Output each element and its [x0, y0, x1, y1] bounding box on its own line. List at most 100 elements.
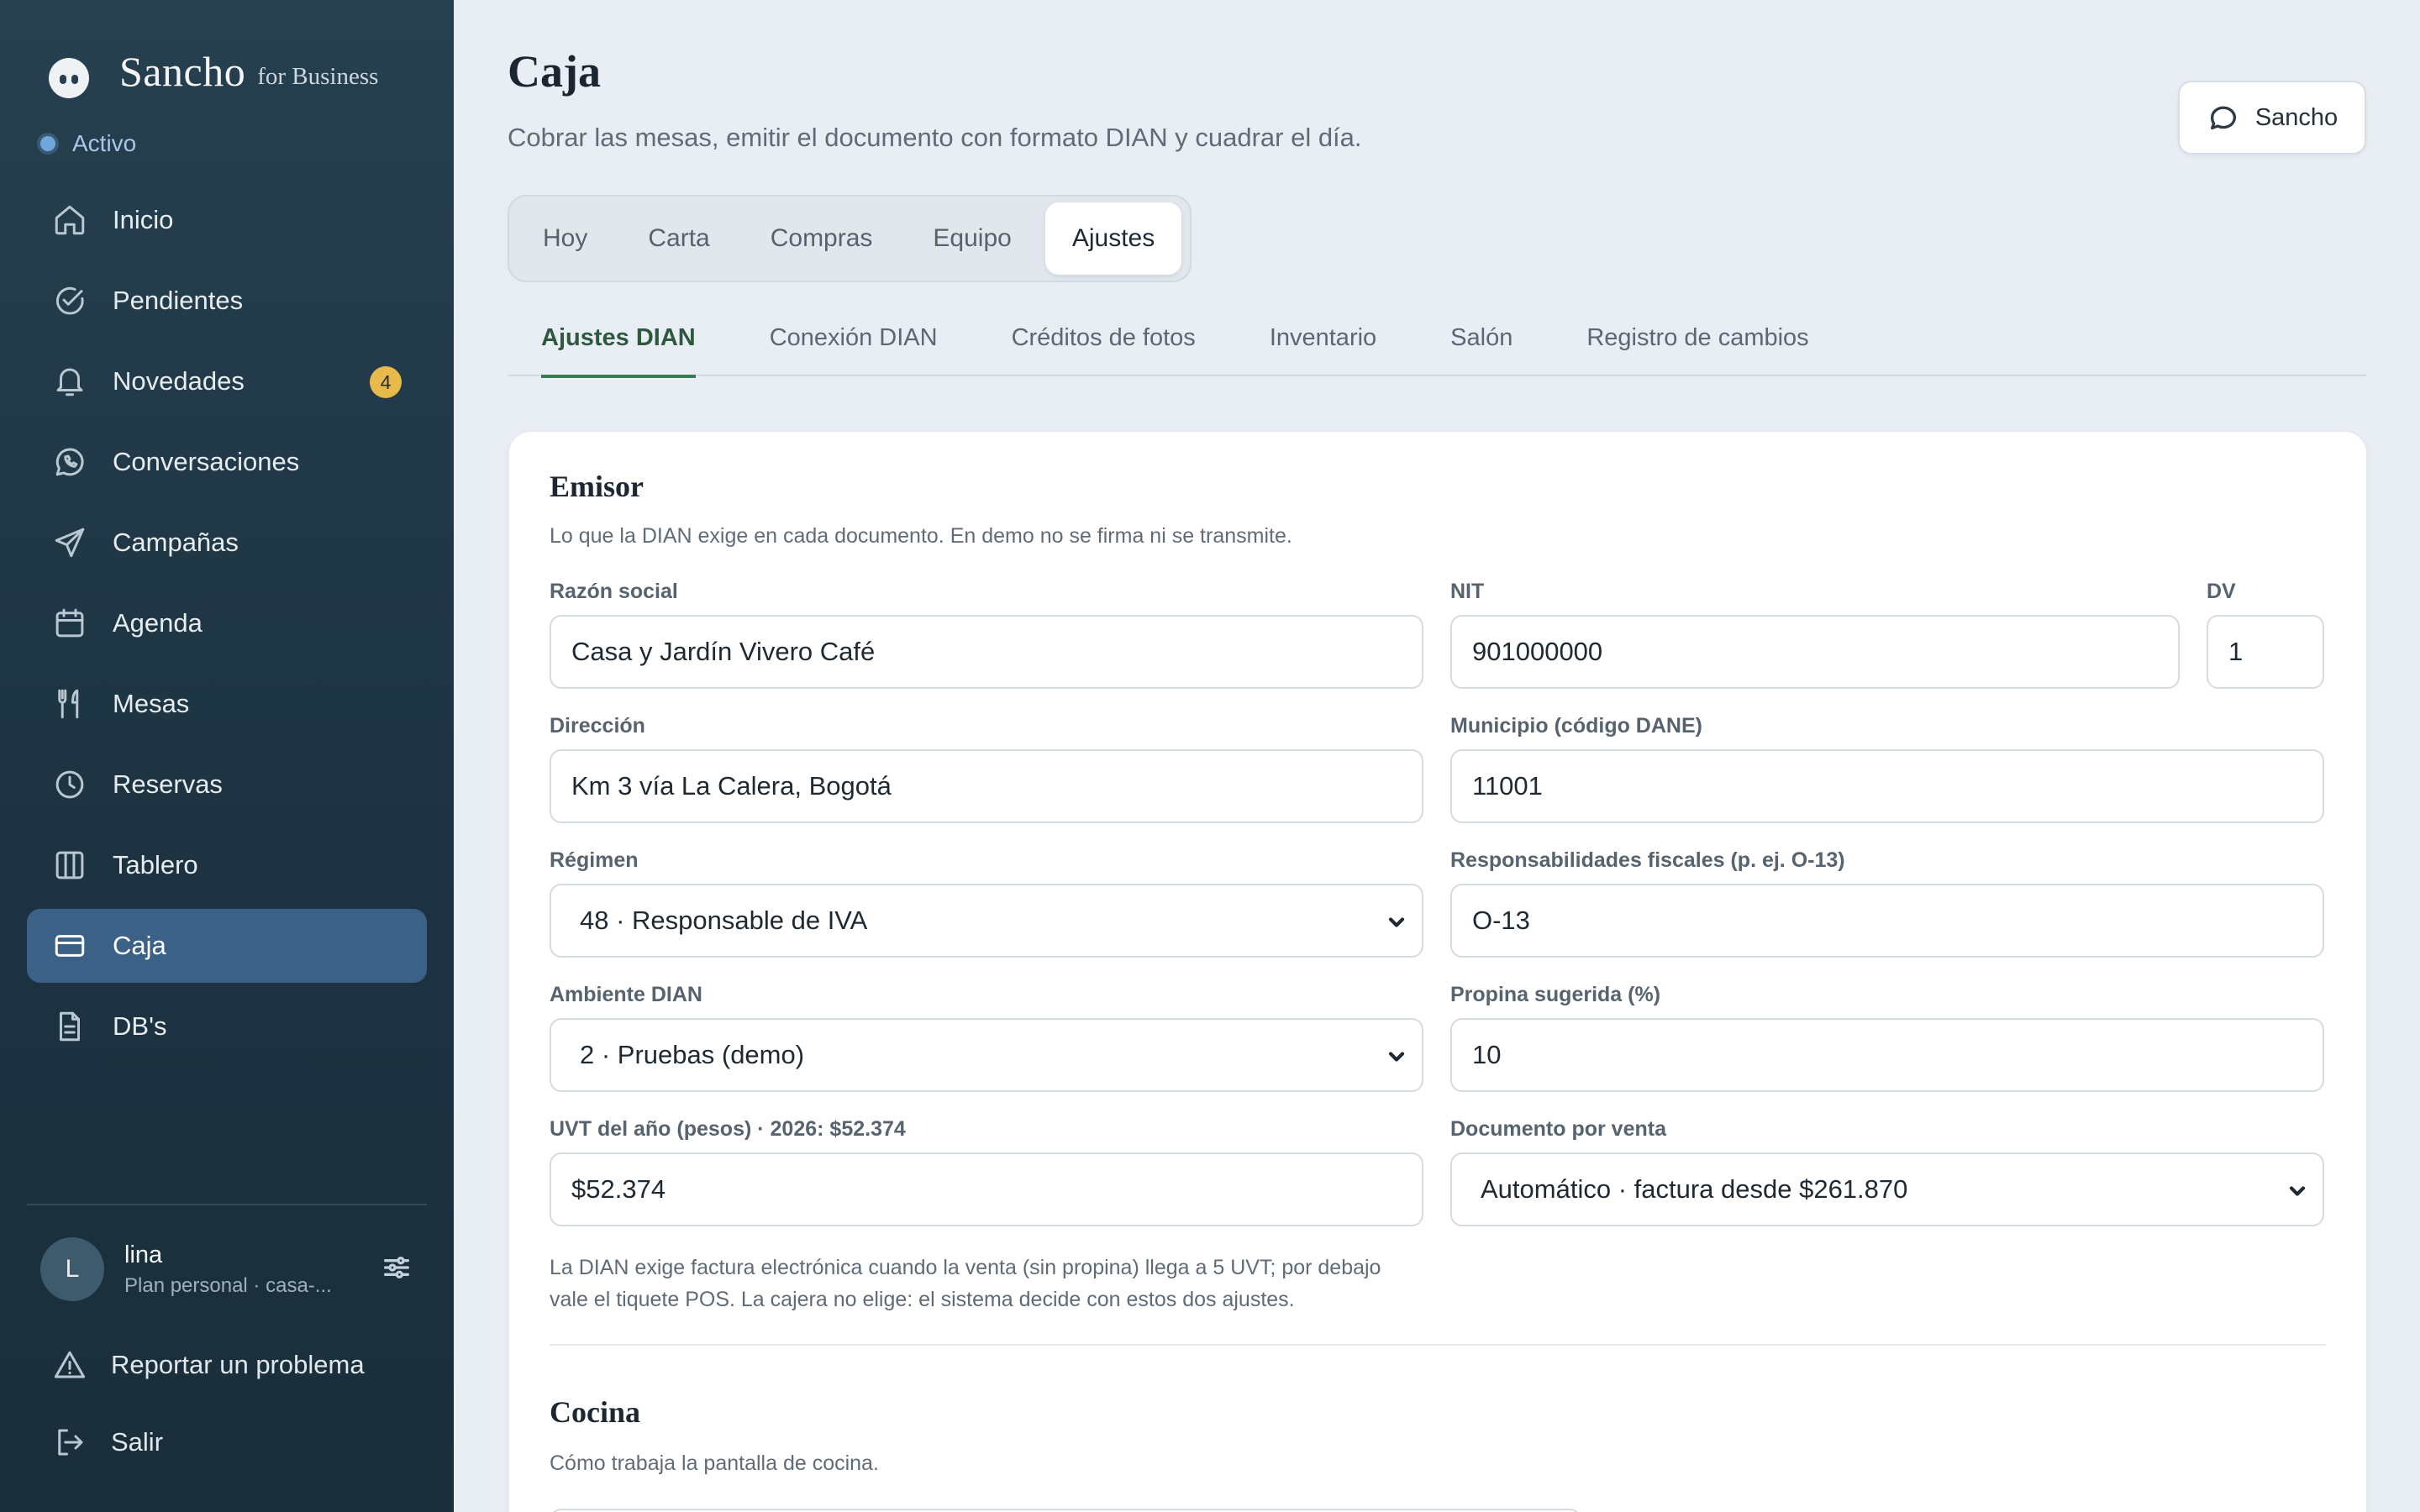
subtab-ajustes-dian[interactable]: Ajustes DIAN [508, 318, 729, 378]
regimen-label: Régimen [550, 848, 639, 872]
clock-icon [55, 770, 84, 799]
calendar-icon [55, 608, 84, 638]
home-icon [55, 205, 85, 235]
municipio-label: Municipio (código DANE) [1450, 714, 1702, 738]
documento-selected-value: Automático · factura desde $261.870 [1481, 1174, 1908, 1204]
razon-social-input[interactable] [550, 615, 1423, 689]
tab-equipo[interactable]: Equipo [906, 202, 1038, 275]
nit-label: NIT [1450, 580, 1485, 603]
chevron-down-icon [1385, 911, 1408, 934]
user-name: lina [124, 1241, 163, 1268]
brand-suffix: for Business [257, 62, 379, 90]
nav-label: Novedades [113, 366, 245, 396]
page-subtitle: Cobrar las mesas, emitir el documento co… [508, 123, 1362, 152]
uvt-hint: La DIAN exige factura electrónica cuando… [550, 1252, 1440, 1315]
chevron-down-icon [2286, 1179, 2309, 1203]
brand-name: Sancho [119, 48, 246, 95]
nav-label: Conversaciones [113, 447, 300, 476]
send-icon [55, 528, 85, 558]
nav-item-conversaciones[interactable]: Conversaciones [27, 425, 427, 499]
user-info: lina Plan personal · casa-... [124, 1242, 380, 1298]
nav-item-caja[interactable]: Caja [27, 909, 427, 983]
whatsapp-icon [55, 448, 84, 476]
chat-bubble-icon [2210, 106, 2236, 130]
user-profile[interactable]: L lina Plan personal · casa-... [40, 1237, 413, 1301]
nav-item-tablero[interactable]: Tablero [27, 828, 427, 902]
status-dot-icon [40, 136, 55, 151]
regimen-select[interactable]: 48 · Responsable de IVA [550, 884, 1423, 958]
nav-label: Mesas [113, 689, 190, 718]
razon-social-label: Razón social [550, 580, 678, 603]
municipio-input[interactable] [1450, 749, 2324, 823]
subtab-conexion-dian[interactable]: Conexión DIAN [736, 318, 971, 376]
direccion-input[interactable] [550, 749, 1423, 823]
nav-label: Caja [113, 931, 166, 960]
nav-item-reservas[interactable]: Reservas [27, 748, 427, 822]
logout-link[interactable]: Salir [52, 1425, 163, 1460]
bell-icon [56, 368, 83, 396]
cocina-description: Cómo trabaja la pantalla de cocina. [550, 1452, 879, 1475]
credit-card-icon [55, 935, 85, 957]
utensils-icon [58, 689, 79, 719]
main-content: Caja Cobrar las mesas, emitir el documen… [454, 0, 2420, 1512]
user-plan: Plan personal · casa-... [124, 1273, 332, 1297]
nav-item-mesas[interactable]: Mesas [27, 667, 427, 741]
subtab-inventario[interactable]: Inventario [1236, 318, 1410, 376]
nav-item-campanas[interactable]: Campañas [27, 506, 427, 580]
regimen-selected-value: 48 · Responsable de IVA [580, 906, 868, 935]
report-problem-label: Reportar un problema [111, 1350, 365, 1379]
settings-subtabs: Ajustes DIAN Conexión DIAN Créditos de f… [508, 318, 2366, 378]
subtab-creditos-fotos[interactable]: Créditos de fotos [978, 318, 1229, 376]
uvt-label: UVT del año (pesos) · 2026: $52.374 [550, 1117, 906, 1141]
page-title: Caja [508, 46, 601, 97]
propina-input[interactable] [1450, 1018, 2324, 1092]
tab-hoy[interactable]: Hoy [516, 202, 614, 275]
uvt-input[interactable] [550, 1152, 1423, 1226]
nit-input[interactable] [1450, 615, 2180, 689]
nav-item-novedades[interactable]: Novedades 4 [27, 344, 427, 418]
sancho-logo-icon [49, 58, 89, 98]
cocina-field[interactable] [550, 1509, 1581, 1512]
columns-icon [55, 851, 84, 879]
nav-item-inicio[interactable]: Inicio [27, 183, 427, 257]
emisor-description: Lo que la DIAN exige en cada documento. … [550, 524, 1292, 548]
uvt-hint-line-2: vale el tiquete POS. La cajera no elige:… [550, 1288, 1295, 1311]
nav-item-agenda[interactable]: Agenda [27, 586, 427, 660]
documento-select[interactable]: Automático · factura desde $261.870 [1450, 1152, 2324, 1226]
dv-label: DV [2207, 580, 2236, 603]
nav-label: Pendientes [113, 286, 244, 315]
subtab-registro-cambios[interactable]: Registro de cambios [1553, 318, 1842, 376]
sancho-button-label: Sancho [2254, 103, 2338, 131]
sidebar: Sancho for Business Activo Inicio Pendie… [0, 0, 454, 1512]
ambiente-select[interactable]: 2 · Pruebas (demo) [550, 1018, 1423, 1092]
report-problem-link[interactable]: Reportar un problema [52, 1347, 365, 1383]
nav-item-pendientes[interactable]: Pendientes [27, 264, 427, 338]
nav-label: Tablero [113, 850, 198, 879]
warning-icon [54, 1351, 86, 1378]
nav-label: Reservas [113, 769, 223, 799]
uvt-hint-line-1: La DIAN exige factura electrónica cuando… [550, 1256, 1381, 1279]
ambiente-label: Ambiente DIAN [550, 983, 702, 1006]
nav-label: DB's [113, 1011, 167, 1041]
logout-icon [58, 1429, 83, 1456]
sancho-assistant-button[interactable]: Sancho [2178, 81, 2366, 155]
tab-carta[interactable]: Carta [621, 202, 736, 275]
ambiente-selected-value: 2 · Pruebas (demo) [580, 1040, 805, 1069]
cocina-title: Cocina [550, 1395, 640, 1429]
brand[interactable]: Sancho for Business [49, 47, 379, 98]
nav-label: Agenda [113, 608, 203, 638]
nav-item-dbs[interactable]: DB's [27, 990, 427, 1063]
propina-label: Propina sugerida (%) [1450, 983, 1661, 1006]
dv-input[interactable] [2207, 615, 2324, 689]
notification-badge: 4 [370, 366, 402, 398]
tab-compras[interactable]: Compras [744, 202, 900, 275]
nav-label: Campañas [113, 528, 239, 557]
subtab-salon[interactable]: Salón [1417, 318, 1546, 376]
responsabilidades-input[interactable] [1450, 884, 2324, 958]
chevron-down-icon [1385, 1045, 1408, 1068]
documento-label: Documento por venta [1450, 1117, 1666, 1141]
status-indicator: Activo [40, 130, 136, 157]
tab-ajustes[interactable]: Ajustes [1044, 202, 1182, 275]
settings-sliders-icon[interactable] [380, 1251, 413, 1289]
main-nav: Inicio Pendientes Novedades 4 Conversaci… [27, 183, 427, 1070]
